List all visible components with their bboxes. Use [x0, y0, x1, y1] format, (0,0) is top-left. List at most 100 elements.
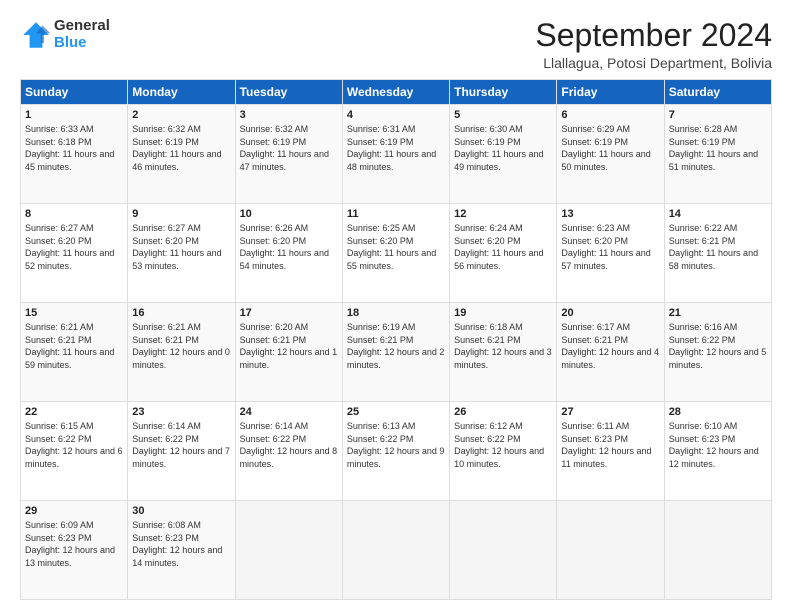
sunrise-text: Sunrise: 6:24 AM [454, 223, 523, 233]
day-number: 29 [25, 505, 123, 517]
sunrise-text: Sunrise: 6:13 AM [347, 421, 416, 431]
day-info: Sunrise: 6:14 AMSunset: 6:22 PMDaylight:… [132, 420, 230, 470]
table-row: 13Sunrise: 6:23 AMSunset: 6:20 PMDayligh… [557, 204, 664, 303]
table-row: 5Sunrise: 6:30 AMSunset: 6:19 PMDaylight… [450, 105, 557, 204]
sunrise-text: Sunrise: 6:17 AM [561, 322, 630, 332]
sunset-text: Sunset: 6:21 PM [347, 335, 414, 345]
sunrise-text: Sunrise: 6:25 AM [347, 223, 416, 233]
daylight-text: Daylight: 11 hours and 56 minutes. [454, 248, 543, 271]
day-number: 24 [240, 406, 338, 418]
day-number: 25 [347, 406, 445, 418]
table-row: 17Sunrise: 6:20 AMSunset: 6:21 PMDayligh… [235, 303, 342, 402]
daylight-text: Daylight: 12 hours and 10 minutes. [454, 446, 544, 469]
day-info: Sunrise: 6:19 AMSunset: 6:21 PMDaylight:… [347, 321, 445, 371]
daylight-text: Daylight: 12 hours and 8 minutes. [240, 446, 338, 469]
day-number: 20 [561, 307, 659, 319]
sunset-text: Sunset: 6:20 PM [454, 236, 521, 246]
sunrise-text: Sunrise: 6:32 AM [240, 124, 309, 134]
table-row: 10 Sunrise: 6:26 AMSunset: 6:20 PMDayligh… [235, 204, 342, 303]
day-number: 10 [240, 208, 338, 220]
daylight-text: Daylight: 12 hours and 3 minutes. [454, 347, 552, 370]
day-number: 3 [240, 109, 338, 121]
sunrise-text: Sunrise: 6:20 AM [240, 322, 309, 332]
day-info: Sunrise: 6:15 AMSunset: 6:22 PMDaylight:… [25, 420, 123, 470]
col-saturday: Saturday [664, 80, 771, 105]
sunset-text: Sunset: 6:23 PM [25, 533, 92, 543]
sunset-text: Sunset: 6:21 PM [561, 335, 628, 345]
day-number: 22 [25, 406, 123, 418]
sunset-text: Sunset: 6:20 PM [561, 236, 628, 246]
sunset-text: Sunset: 6:21 PM [25, 335, 92, 345]
sunset-text: Sunset: 6:19 PM [132, 137, 199, 147]
day-info: Sunrise: 6:29 AMSunset: 6:19 PMDaylight:… [561, 123, 659, 173]
day-number: 21 [669, 307, 767, 319]
table-row: 1Sunrise: 6:33 AMSunset: 6:18 PMDaylight… [21, 105, 128, 204]
table-row: 6Sunrise: 6:29 AMSunset: 6:19 PMDaylight… [557, 105, 664, 204]
table-row: 12 Sunrise: 6:24 AM Sunset: 6:20 PM Dayligh… [450, 204, 557, 303]
table-row [557, 501, 664, 600]
day-info: Sunrise: 6:11 AMSunset: 6:23 PMDaylight:… [561, 420, 659, 470]
daylight-text: Daylight: 12 hours and 0 minutes. [132, 347, 230, 370]
daylight-text: Daylight: 11 hours and 46 minutes. [132, 149, 221, 172]
table-row: 23 Sunrise: 6:14 AMSunset: 6:22 PMDayligh… [128, 402, 235, 501]
daylight-text: Daylight: 11 hours and 55 minutes. [347, 248, 436, 271]
day-number: 7 [669, 109, 767, 121]
col-thursday: Thursday [450, 80, 557, 105]
col-wednesday: Wednesday [342, 80, 449, 105]
daylight-text: Daylight: 12 hours and 9 minutes. [347, 446, 445, 469]
day-number: 23 [132, 406, 230, 418]
day-info: Sunrise: 6:27 AMSunset: 6:20 PMDaylight:… [25, 222, 123, 272]
day-info: Sunrise: 6:21 AMSunset: 6:21 PMDaylight:… [132, 321, 230, 371]
table-row: 20Sunrise: 6:17 AMSunset: 6:21 PMDayligh… [557, 303, 664, 402]
day-info: Sunrise: 6:26 AMSunset: 6:20 PMDaylight:… [240, 222, 338, 272]
table-row: 30Sunrise: 6:08 AMSunset: 6:23 PMDayligh… [128, 501, 235, 600]
daylight-text: Daylight: 11 hours and 49 minutes. [454, 149, 543, 172]
sunrise-text: Sunrise: 6:27 AM [25, 223, 94, 233]
sunset-text: Sunset: 6:22 PM [669, 335, 736, 345]
day-number: 11 [347, 208, 445, 220]
sunrise-text: Sunrise: 6:08 AM [132, 520, 201, 530]
sunrise-text: Sunrise: 6:19 AM [347, 322, 416, 332]
day-info: Sunrise: 6:12 AMSunset: 6:22 PMDaylight:… [454, 420, 552, 470]
table-row [235, 501, 342, 600]
sunset-text: Sunset: 6:19 PM [669, 137, 736, 147]
sunset-text: Sunset: 6:19 PM [561, 137, 628, 147]
day-info: Sunrise: 6:18 AMSunset: 6:21 PMDaylight:… [454, 321, 552, 371]
table-row: 4Sunrise: 6:31 AMSunset: 6:19 PMDaylight… [342, 105, 449, 204]
table-row: 27Sunrise: 6:11 AMSunset: 6:23 PMDayligh… [557, 402, 664, 501]
col-monday: Monday [128, 80, 235, 105]
sunrise-text: Sunrise: 6:27 AM [132, 223, 201, 233]
day-number: 12 [454, 208, 552, 220]
daylight-text: Daylight: 11 hours and 57 minutes. [561, 248, 650, 271]
sunset-text: Sunset: 6:22 PM [240, 434, 307, 444]
day-number: 19 [454, 307, 552, 319]
day-info: Sunrise: 6:23 AMSunset: 6:20 PMDaylight:… [561, 222, 659, 272]
table-row: 22 Sunrise: 6:15 AMSunset: 6:22 PMDayligh… [21, 402, 128, 501]
table-row: 21Sunrise: 6:16 AMSunset: 6:22 PMDayligh… [664, 303, 771, 402]
day-number: 2 [132, 109, 230, 121]
col-sunday: Sunday [21, 80, 128, 105]
sunset-text: Sunset: 6:23 PM [561, 434, 628, 444]
calendar-week-row: 1Sunrise: 6:33 AMSunset: 6:18 PMDaylight… [21, 105, 772, 204]
header: General Blue September 2024 Llallagua, P… [20, 18, 772, 71]
sunset-text: Sunset: 6:21 PM [669, 236, 736, 246]
sunrise-text: Sunrise: 6:33 AM [25, 124, 94, 134]
daylight-text: Daylight: 11 hours and 47 minutes. [240, 149, 329, 172]
day-info: Sunrise: 6:17 AMSunset: 6:21 PMDaylight:… [561, 321, 659, 371]
sunset-text: Sunset: 6:19 PM [347, 137, 414, 147]
table-row [664, 501, 771, 600]
day-number: 26 [454, 406, 552, 418]
day-info: Sunrise: 6:33 AMSunset: 6:18 PMDaylight:… [25, 123, 123, 173]
sunset-text: Sunset: 6:21 PM [132, 335, 199, 345]
calendar-week-row: 8Sunrise: 6:27 AMSunset: 6:20 PMDaylight… [21, 204, 772, 303]
day-number: 9 [132, 208, 230, 220]
day-number: 8 [25, 208, 123, 220]
day-number: 4 [347, 109, 445, 121]
day-info: Sunrise: 6:08 AMSunset: 6:23 PMDaylight:… [132, 519, 230, 569]
day-info: Sunrise: 6:21 AMSunset: 6:21 PMDaylight:… [25, 321, 123, 371]
daylight-text: Daylight: 11 hours and 52 minutes. [25, 248, 114, 271]
table-row: 19 Sunrise: 6:18 AMSunset: 6:21 PMDayligh… [450, 303, 557, 402]
daylight-text: Daylight: 11 hours and 53 minutes. [132, 248, 221, 271]
sunset-text: Sunset: 6:22 PM [454, 434, 521, 444]
sunrise-text: Sunrise: 6:14 AM [132, 421, 201, 431]
